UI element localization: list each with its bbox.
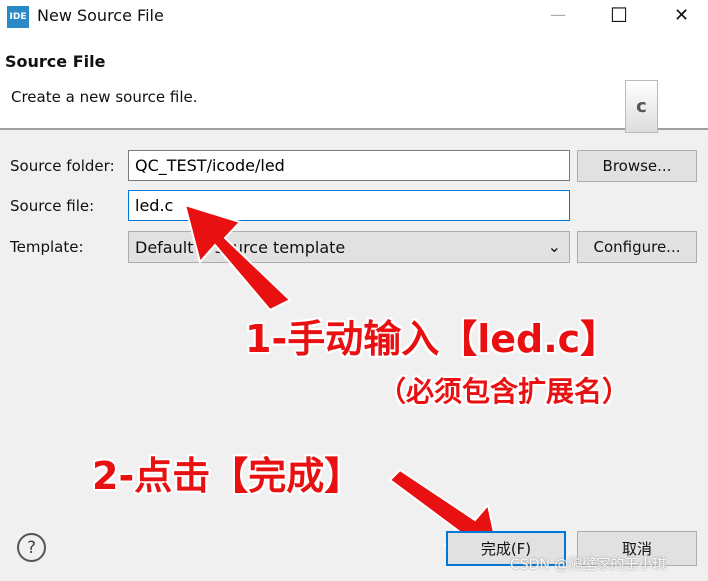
step2-annotation: 2-点击【完成】 (92, 454, 363, 498)
step1-note: （必须包含扩展名） (378, 375, 631, 408)
step1-annotation: 1-手动输入【led.c】 (245, 317, 619, 361)
help-button[interactable]: ? (17, 533, 46, 562)
watermark: CSDN @隔壁家的王小琪 (510, 557, 667, 573)
arrow-to-source-file (183, 203, 292, 312)
